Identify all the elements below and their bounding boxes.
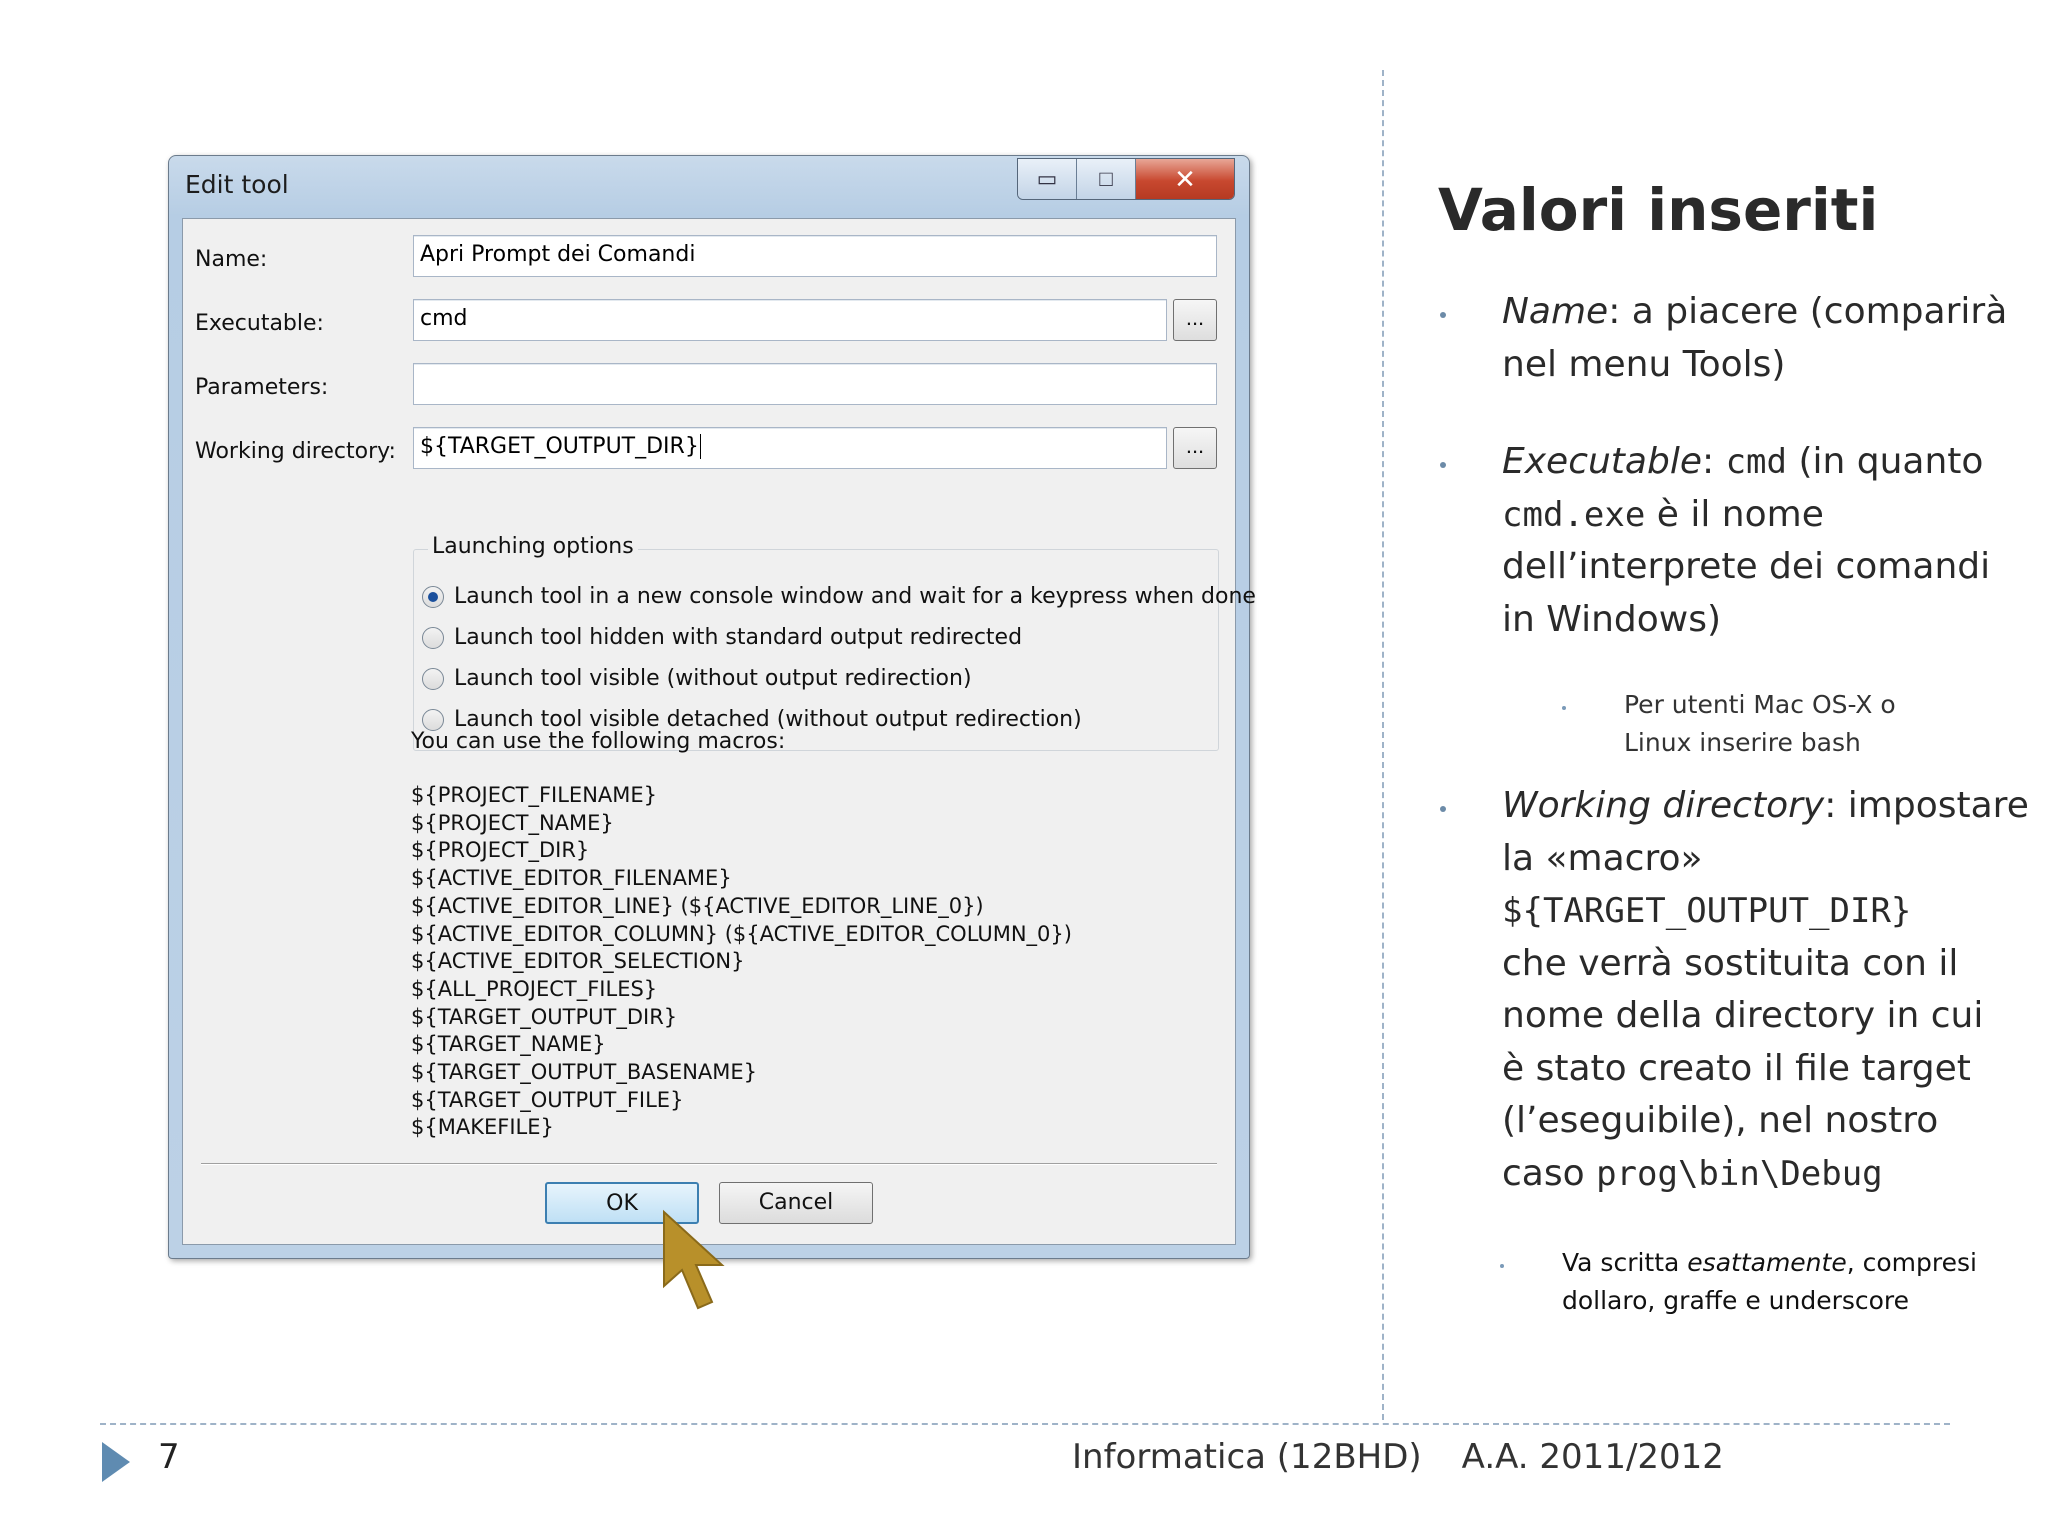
- dialog-body: Name: Apri Prompt dei Comandi Executable…: [182, 218, 1256, 1245]
- close-button[interactable]: ✕: [1136, 159, 1234, 199]
- bullet-marker: [1440, 806, 1446, 812]
- launch-option-label: Launch tool hidden with standard output …: [454, 625, 1023, 650]
- radio-icon[interactable]: [422, 667, 444, 690]
- macro-item: ${ACTIVE_EDITOR_LINE} (${ACTIVE_EDITOR_L…: [411, 893, 984, 918]
- footer-text: Informatica (12BHD) A.A. 2011/2012: [1072, 1437, 1724, 1477]
- radio-selected-icon[interactable]: [422, 585, 444, 608]
- minimize-icon: ▭: [1036, 166, 1058, 191]
- macro-item: ${TARGET_OUTPUT_FILE}: [411, 1087, 684, 1112]
- macro-item: ${ACTIVE_EDITOR_FILENAME}: [411, 866, 732, 891]
- maximize-icon: □: [1099, 166, 1113, 191]
- page-number: 7: [158, 1437, 180, 1477]
- working-directory-value: ${TARGET_OUTPUT_DIR}: [420, 434, 699, 459]
- launch-option-label: Launch tool visible (without output redi…: [454, 666, 972, 691]
- slide-heading: Valori inseriti: [1438, 176, 1879, 244]
- mouse-pointer-icon: [663, 1209, 725, 1310]
- edit-tool-dialog: Edit tool ▭ □ ✕ Name: Apri Prompt dei Co…: [168, 155, 1256, 1259]
- macro-item: ${TARGET_OUTPUT_DIR}: [411, 1004, 678, 1029]
- bullet-executable: Executable: cmd (in quanto cmd.exe è il …: [1502, 441, 1991, 640]
- macro-item: ${PROJECT_NAME}: [411, 810, 614, 835]
- sub-bullet-marker: [1562, 706, 1566, 710]
- launch-option-visible[interactable]: Launch tool visible (without output redi…: [422, 666, 972, 691]
- macro-item: ${TARGET_NAME}: [411, 1032, 606, 1057]
- footer-course: Informatica (12BHD): [1072, 1437, 1422, 1477]
- macro-item: ${MAKEFILE}: [411, 1115, 554, 1140]
- macro-item: ${ACTIVE_EDITOR_COLUMN} (${ACTIVE_EDITOR…: [411, 921, 1072, 946]
- launching-options-legend: Launching options: [428, 534, 638, 559]
- minimize-button[interactable]: ▭: [1018, 159, 1077, 199]
- bullet-working-directory: Working directory: impostare la «macro» …: [1502, 785, 2029, 1194]
- macro-item: ${TARGET_OUTPUT_BASENAME}: [411, 1060, 758, 1085]
- launch-option-hidden-redirected[interactable]: Launch tool hidden with standard output …: [422, 625, 1022, 650]
- launching-options-group: Launching options Launch tool in a new c…: [413, 534, 1256, 751]
- dialog-title: Edit tool: [185, 170, 289, 199]
- button-divider: [201, 1163, 1217, 1165]
- parameters-label: Parameters:: [195, 375, 329, 400]
- working-directory-field[interactable]: ${TARGET_OUTPUT_DIR}: [413, 427, 1167, 469]
- macros-list: ${PROJECT_FILENAME} ${PROJECT_NAME} ${PR…: [411, 782, 1072, 1142]
- cancel-button[interactable]: Cancel: [719, 1182, 873, 1224]
- launch-option-label: Launch tool in a new console window and …: [454, 584, 1256, 609]
- radio-icon[interactable]: [422, 708, 444, 731]
- sub-bullet-mac: Per utenti Mac OS-X o Linux inserire bas…: [1624, 690, 1896, 757]
- sub-bullet-exact: Va scritta esattamente, compresi dollaro…: [1562, 1248, 1977, 1315]
- vertical-divider: [1382, 70, 1384, 1420]
- sub-bullet-marker: [1500, 1264, 1504, 1268]
- footer-divider: [100, 1423, 1950, 1425]
- dialog-titlebar[interactable]: Edit tool ▭ □ ✕: [169, 156, 1249, 216]
- macro-item: ${ACTIVE_EDITOR_SELECTION}: [411, 949, 745, 974]
- close-icon: ✕: [1174, 163, 1196, 194]
- macro-item: ${PROJECT_FILENAME}: [411, 783, 658, 807]
- maximize-button[interactable]: □: [1077, 159, 1136, 199]
- bullet-marker: [1440, 312, 1446, 318]
- play-icon: [102, 1442, 130, 1482]
- launch-option-console-wait[interactable]: Launch tool in a new console window and …: [422, 584, 1256, 609]
- name-label: Name:: [195, 247, 268, 272]
- executable-browse-button[interactable]: ...: [1173, 299, 1217, 341]
- working-directory-label: Working directory:: [195, 439, 396, 464]
- executable-field[interactable]: cmd: [413, 299, 1167, 341]
- window-controls: ▭ □ ✕: [1017, 158, 1235, 200]
- parameters-field[interactable]: [413, 363, 1217, 405]
- working-directory-browse-button[interactable]: ...: [1173, 427, 1217, 469]
- bullet-marker: [1440, 462, 1446, 468]
- macros-heading: You can use the following macros:: [411, 729, 786, 754]
- bullet-name: Name: a piacere (comparirà nel menu Tool…: [1502, 291, 2008, 385]
- name-field[interactable]: Apri Prompt dei Comandi: [413, 235, 1217, 277]
- footer-year: A.A. 2011/2012: [1461, 1437, 1724, 1477]
- executable-label: Executable:: [195, 311, 324, 336]
- radio-icon[interactable]: [422, 626, 444, 649]
- macro-item: ${ALL_PROJECT_FILES}: [411, 976, 658, 1001]
- macro-item: ${PROJECT_DIR}: [411, 838, 590, 863]
